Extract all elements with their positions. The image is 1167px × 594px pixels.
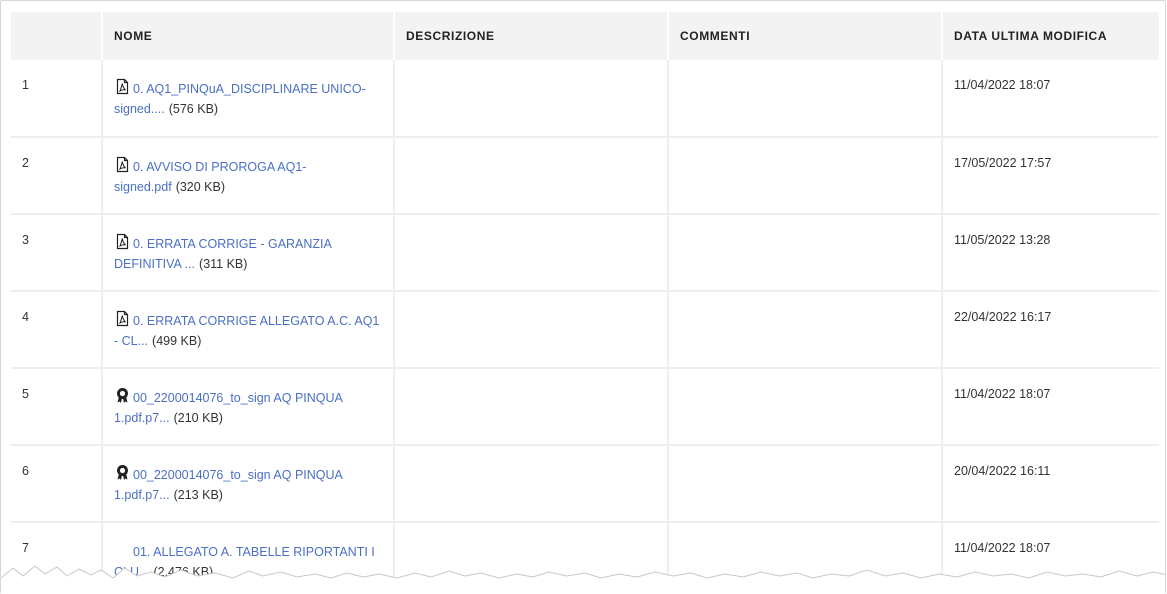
pdf-file-icon — [114, 156, 131, 173]
row-number: 2 — [11, 137, 103, 215]
file-name-line-1: 0. AQ1_PINQuA_DISCIPLINARE UNICO- — [133, 82, 366, 96]
table-row[interactable]: 4 0. ERRATA CORRIGE ALLEGATO A.C. AQ1 - CL… — [11, 291, 1159, 369]
file-name-cell: 0. ERRATA CORRIGE - GARANZIA DEFINITIVA .… — [102, 214, 395, 292]
file-name-line-1: 00_2200014076_to_sign AQ PINQUA — [133, 391, 343, 405]
file-name-line-1: 0. AVVISO DI PROROGA AQ1- — [133, 160, 307, 174]
table-row[interactable]: 2 0. AVVISO DI PROROGA AQ1- signed.pdf (320… — [11, 137, 1159, 215]
pdf-file-icon — [114, 233, 131, 250]
signed-certificate-icon — [114, 464, 131, 481]
last-modified-cell: 20/04/2022 16:11 — [942, 445, 1159, 523]
file-name-line-1: 00_2200014076_to_sign AQ PINQUA — [133, 468, 343, 482]
file-list-panel: NOME DESCRIZIONE COMMENTI DATA ULTIMA MO… — [0, 0, 1166, 594]
file-size: (213 KB) — [173, 488, 223, 502]
row-number: 6 — [11, 445, 103, 523]
file-name-cell: 0. ERRATA CORRIGE ALLEGATO A.C. AQ1 - CL.… — [102, 291, 395, 369]
file-size: (311 KB) — [199, 257, 248, 271]
last-modified-cell: 11/04/2022 18:07 — [942, 368, 1159, 446]
file-name-cell: 00_2200014076_to_sign AQ PINQUA 1.pdf.p7.… — [102, 368, 395, 446]
description-cell — [394, 291, 669, 369]
last-modified-cell: 17/05/2022 17:57 — [942, 137, 1159, 215]
comments-cell — [668, 214, 943, 292]
comments-cell — [668, 60, 943, 138]
file-name-cell: 0. AVVISO DI PROROGA AQ1- signed.pdf (320 … — [102, 137, 395, 215]
torn-edge-decoration — [1, 565, 1165, 594]
comments-cell — [668, 368, 943, 446]
description-cell — [394, 445, 669, 523]
comments-cell — [668, 445, 943, 523]
file-name-line-2: signed.... — [114, 102, 165, 116]
table-row[interactable]: 1 0. AQ1_PINQuA_DISCIPLINARE UNICO-signed… — [11, 60, 1159, 138]
file-name-line-1: 01. ALLEGATO A. TABELLE RIPORTANTI I — [133, 545, 375, 559]
table-header-row: NOME DESCRIZIONE COMMENTI DATA ULTIMA MO… — [11, 12, 1159, 60]
file-size: (576 KB) — [168, 102, 219, 116]
file-size: (320 KB) — [175, 180, 226, 194]
file-name-line-2: signed.pdf — [114, 180, 172, 194]
comments-cell — [668, 137, 943, 215]
row-number: 1 — [11, 60, 103, 138]
file-name-line-2: 1.pdf.p7... — [114, 411, 170, 425]
file-table: NOME DESCRIZIONE COMMENTI DATA ULTIMA MO… — [11, 12, 1159, 594]
table-row[interactable]: 5 00_2200014076_to_sign AQ PINQUA 1.pdf.p7… — [11, 368, 1159, 446]
file-link[interactable]: 0. AQ1_PINQuA_DISCIPLINARE UNICO-signed.… — [114, 82, 366, 116]
last-modified-cell: 11/04/2022 18:07 — [942, 60, 1159, 138]
file-name-cell: 00_2200014076_to_sign AQ PINQUA 1.pdf.p7.… — [102, 445, 395, 523]
file-link[interactable]: 00_2200014076_to_sign AQ PINQUA 1.pdf.p7.… — [114, 391, 343, 425]
blank-file-icon — [114, 541, 131, 558]
file-size: (210 KB) — [173, 411, 223, 425]
column-header-index — [11, 12, 103, 60]
last-modified-cell: 22/04/2022 16:17 — [942, 291, 1159, 369]
signed-certificate-icon — [114, 387, 131, 404]
pdf-file-icon — [114, 310, 131, 327]
last-modified-cell: 11/05/2022 13:28 — [942, 214, 1159, 292]
column-header-description[interactable]: DESCRIZIONE — [394, 12, 669, 60]
file-name-cell: 0. AQ1_PINQuA_DISCIPLINARE UNICO-signed.… — [102, 60, 395, 138]
description-cell — [394, 137, 669, 215]
column-header-name[interactable]: NOME — [102, 12, 395, 60]
column-header-last-modified[interactable]: DATA ULTIMA MODIFICA — [942, 12, 1159, 60]
table-row[interactable]: 6 00_2200014076_to_sign AQ PINQUA 1.pdf.p7… — [11, 445, 1159, 523]
file-name-line-1: 0. ERRATA CORRIGE ALLEGATO A.C. AQ1 — [133, 314, 380, 328]
file-name-line-2: DEFINITIVA ... — [114, 257, 196, 271]
row-number: 4 — [11, 291, 103, 369]
row-number: 3 — [11, 214, 103, 292]
description-cell — [394, 60, 669, 138]
file-size: (499 KB) — [152, 334, 202, 348]
column-header-comments[interactable]: COMMENTI — [668, 12, 943, 60]
file-name-line-2: 1.pdf.p7... — [114, 488, 170, 502]
file-link[interactable]: 00_2200014076_to_sign AQ PINQUA 1.pdf.p7.… — [114, 468, 343, 502]
file-name-line-1: 0. ERRATA CORRIGE - GARANZIA — [133, 237, 332, 251]
description-cell — [394, 368, 669, 446]
description-cell — [394, 214, 669, 292]
pdf-file-icon — [114, 78, 131, 95]
table-row[interactable]: 3 0. ERRATA CORRIGE - GARANZIA DEFINITIVA … — [11, 214, 1159, 292]
file-name-line-2: - CL... — [114, 334, 149, 348]
row-number: 5 — [11, 368, 103, 446]
comments-cell — [668, 291, 943, 369]
